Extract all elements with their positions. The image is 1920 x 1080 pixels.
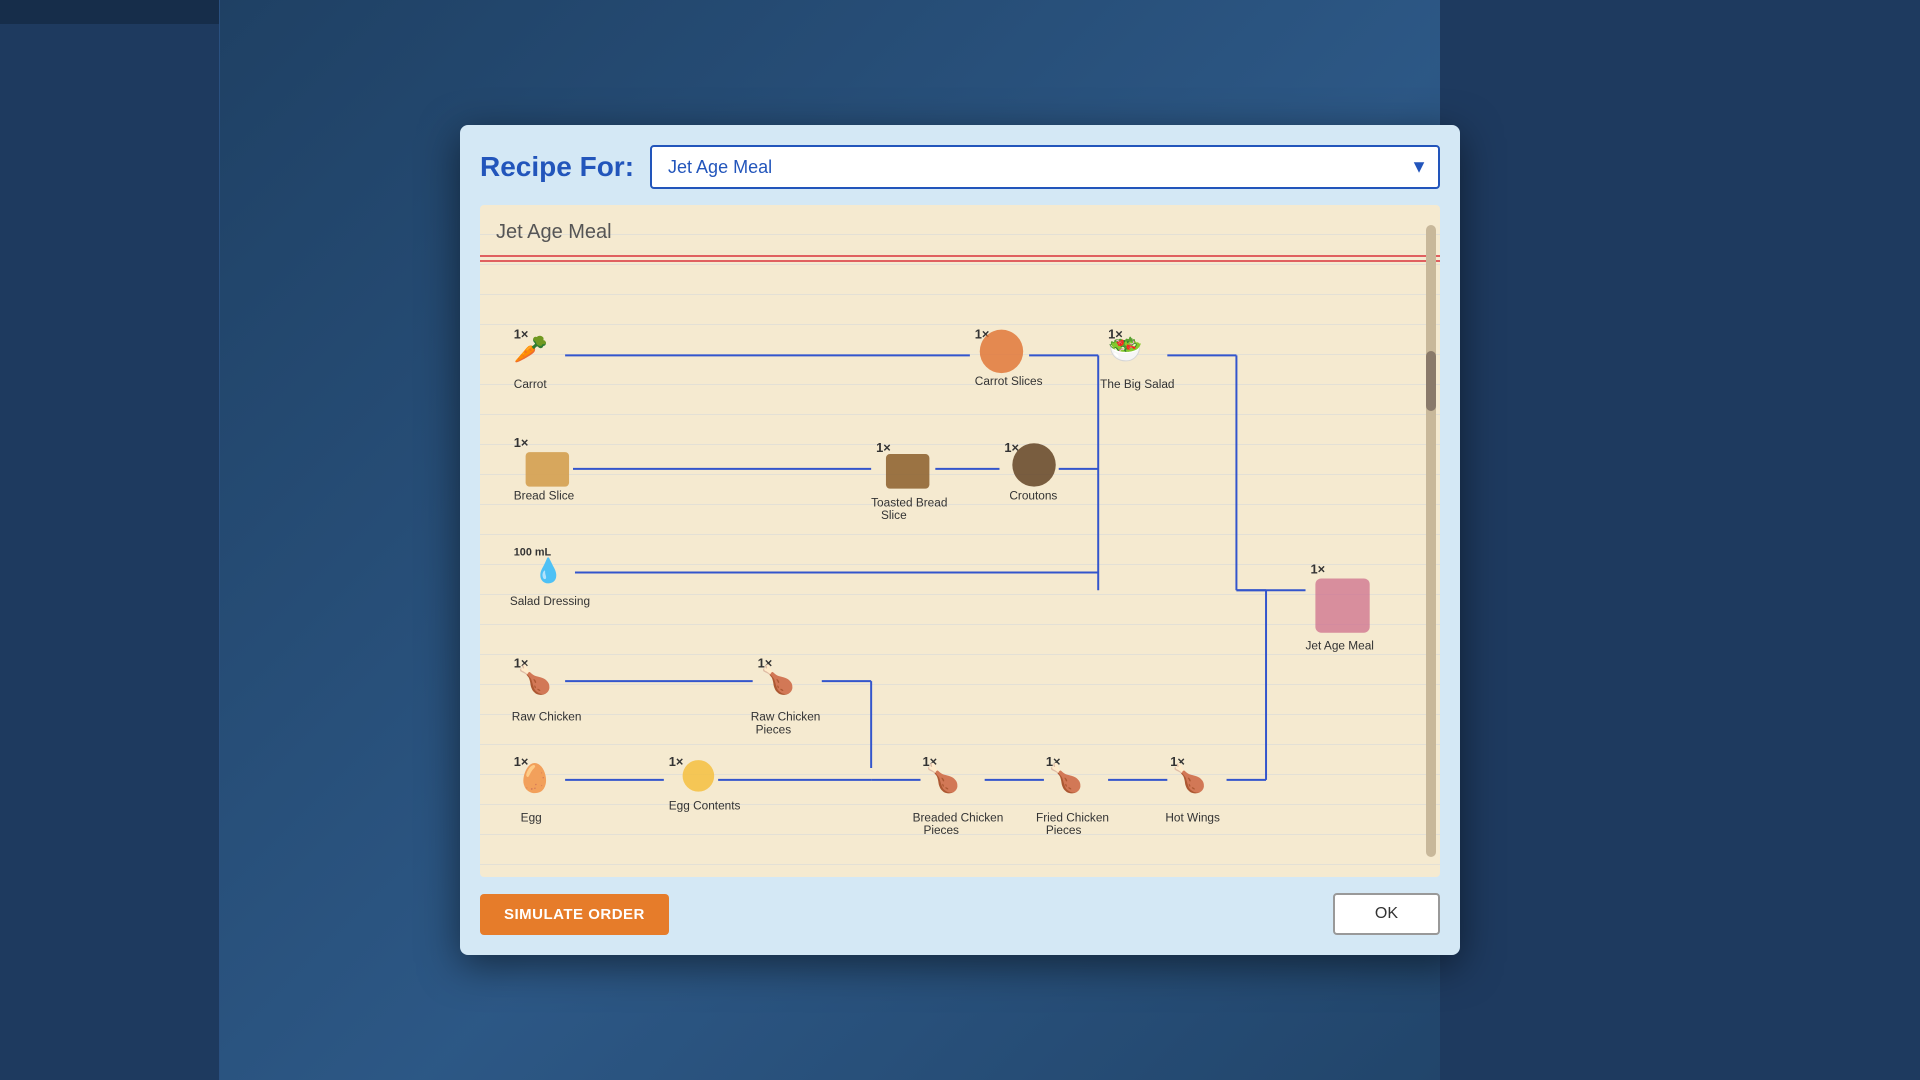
- label-egg: Egg: [521, 810, 542, 824]
- scrollbar[interactable]: [1426, 225, 1436, 858]
- decorative-lines: [480, 255, 1440, 259]
- recipe-card: Jet Age Meal 1× 🥕 Carrot 1× Carrot Slice…: [480, 205, 1440, 878]
- ok-button[interactable]: OK: [1333, 893, 1440, 935]
- icon-toastedbread: [886, 454, 929, 489]
- scrollbar-thumb[interactable]: [1426, 351, 1436, 411]
- qty-jetage: 1×: [1310, 561, 1325, 576]
- qty-toastedbread: 1×: [876, 440, 891, 455]
- svg-text:🍗: 🍗: [761, 663, 795, 696]
- qty-eggcontents: 1×: [669, 754, 684, 769]
- svg-text:🍗: 🍗: [925, 761, 959, 794]
- recipe-dropdown[interactable]: Jet Age Meal: [650, 145, 1440, 189]
- dropdown-container: Jet Age Meal ▼: [650, 145, 1440, 189]
- label-bigsalad: The Big Salad: [1100, 376, 1174, 390]
- label-rawchicken: Raw Chicken: [512, 709, 582, 723]
- svg-text:💧: 💧: [534, 556, 564, 584]
- svg-text:🥚: 🥚: [518, 761, 552, 794]
- icon-croutons: [1012, 443, 1055, 486]
- svg-text:🍗: 🍗: [1172, 761, 1206, 794]
- qty-saladdressing: 100 mL: [514, 546, 552, 558]
- label-jetage: Jet Age Meal: [1306, 638, 1374, 652]
- label-carrotslices: Carrot Slices: [975, 374, 1043, 388]
- dialog-header: Recipe For: Jet Age Meal ▼: [480, 145, 1440, 189]
- svg-text:🥕: 🥕: [514, 333, 548, 364]
- dialog-overlay: Recipe For: Jet Age Meal ▼ Jet Age Meal …: [0, 0, 1920, 1080]
- label-hotwings: Hot Wings: [1165, 810, 1220, 824]
- label-toastedbread2: Slice: [881, 508, 907, 522]
- dialog-footer: SIMULATE ORDER OK: [480, 893, 1440, 935]
- recipe-dialog: Recipe For: Jet Age Meal ▼ Jet Age Meal …: [460, 125, 1460, 956]
- icon-jetage: [1315, 578, 1369, 632]
- icon-carrotslices: [980, 329, 1023, 372]
- label-carrot: Carrot: [514, 376, 548, 390]
- icon-eggcontents: [683, 760, 715, 792]
- simulate-order-button[interactable]: SIMULATE ORDER: [480, 894, 669, 935]
- svg-text:🍗: 🍗: [1049, 761, 1083, 794]
- label-eggcontents: Egg Contents: [669, 798, 741, 812]
- label-breadslice: Bread Slice: [514, 488, 575, 502]
- recipe-diagram: 1× 🥕 Carrot 1× Carrot Slices 1× 🥗 The Bi…: [496, 304, 1424, 857]
- label-saladdressing: Salad Dressing: [510, 594, 590, 608]
- icon-breadslice: [526, 452, 569, 487]
- svg-text:Pieces: Pieces: [1046, 823, 1082, 837]
- svg-text:🥗: 🥗: [1108, 333, 1142, 364]
- svg-text:🍗: 🍗: [518, 663, 552, 696]
- label-croutons: Croutons: [1009, 488, 1057, 502]
- dialog-title: Recipe For:: [480, 151, 634, 183]
- recipe-card-title: Jet Age Meal: [496, 221, 1424, 244]
- svg-text:Pieces: Pieces: [756, 722, 792, 736]
- svg-text:Pieces: Pieces: [923, 823, 959, 837]
- qty-breadslice: 1×: [514, 435, 529, 450]
